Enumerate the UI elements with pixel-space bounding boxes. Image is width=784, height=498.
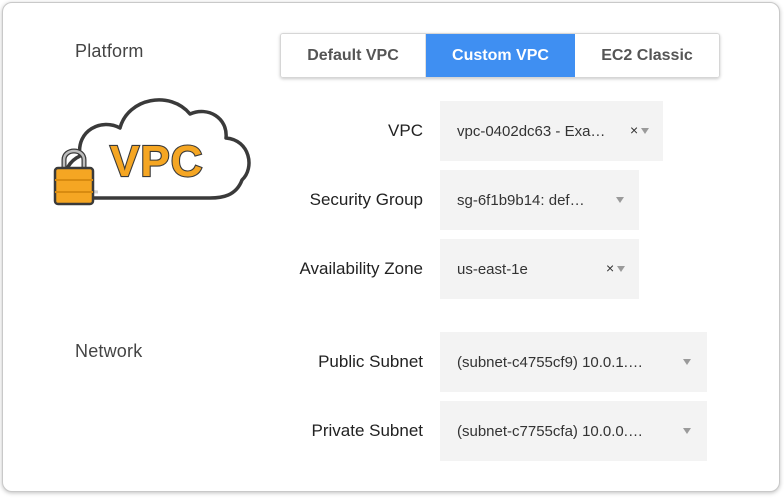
- public-subnet-select[interactable]: (subnet-c4755cf9) 10.0.1.…: [440, 332, 707, 392]
- private-subnet-label: Private Subnet: [311, 421, 423, 440]
- availability-zone-label: Availability Zone: [299, 259, 423, 278]
- security-group-select[interactable]: sg-6f1b9b14: def…: [440, 170, 639, 230]
- private-subnet-select[interactable]: (subnet-c7755cfa) 10.0.0.…: [440, 401, 707, 461]
- clear-icon[interactable]: ×: [630, 122, 638, 138]
- vpc-label: VPC: [388, 121, 423, 140]
- network-label: Network: [75, 341, 143, 361]
- security-group-value: sg-6f1b9b14: def…: [457, 191, 585, 209]
- chevron-down-icon[interactable]: [641, 128, 649, 134]
- tab-ec2-classic[interactable]: EC2 Classic: [575, 34, 719, 77]
- vpc-logo-text: VPC: [110, 137, 203, 186]
- vpc-cloud-logo: VPC: [53, 98, 251, 206]
- availability-zone-value: us-east-1e: [457, 260, 528, 278]
- chevron-down-icon[interactable]: [617, 266, 625, 272]
- platform-tabs: Default VPC Custom VPC EC2 Classic: [280, 33, 720, 78]
- platform-label: Platform: [75, 41, 144, 61]
- tab-custom-vpc[interactable]: Custom VPC: [426, 34, 575, 77]
- chevron-down-icon[interactable]: [616, 197, 624, 203]
- chevron-down-icon[interactable]: [683, 359, 691, 365]
- chevron-down-icon[interactable]: [683, 428, 691, 434]
- vpc-value: vpc-0402dc63 - Exa…: [457, 122, 606, 140]
- clear-icon[interactable]: ×: [606, 260, 614, 276]
- public-subnet-label: Public Subnet: [318, 352, 423, 371]
- security-group-label: Security Group: [309, 190, 423, 209]
- vpc-select[interactable]: vpc-0402dc63 - Exa… ×: [440, 101, 663, 161]
- availability-zone-select[interactable]: us-east-1e ×: [440, 239, 639, 299]
- tab-default-vpc[interactable]: Default VPC: [281, 34, 426, 77]
- private-subnet-value: (subnet-c7755cfa) 10.0.0.…: [457, 422, 643, 440]
- public-subnet-value: (subnet-c4755cf9) 10.0.1.…: [457, 353, 643, 371]
